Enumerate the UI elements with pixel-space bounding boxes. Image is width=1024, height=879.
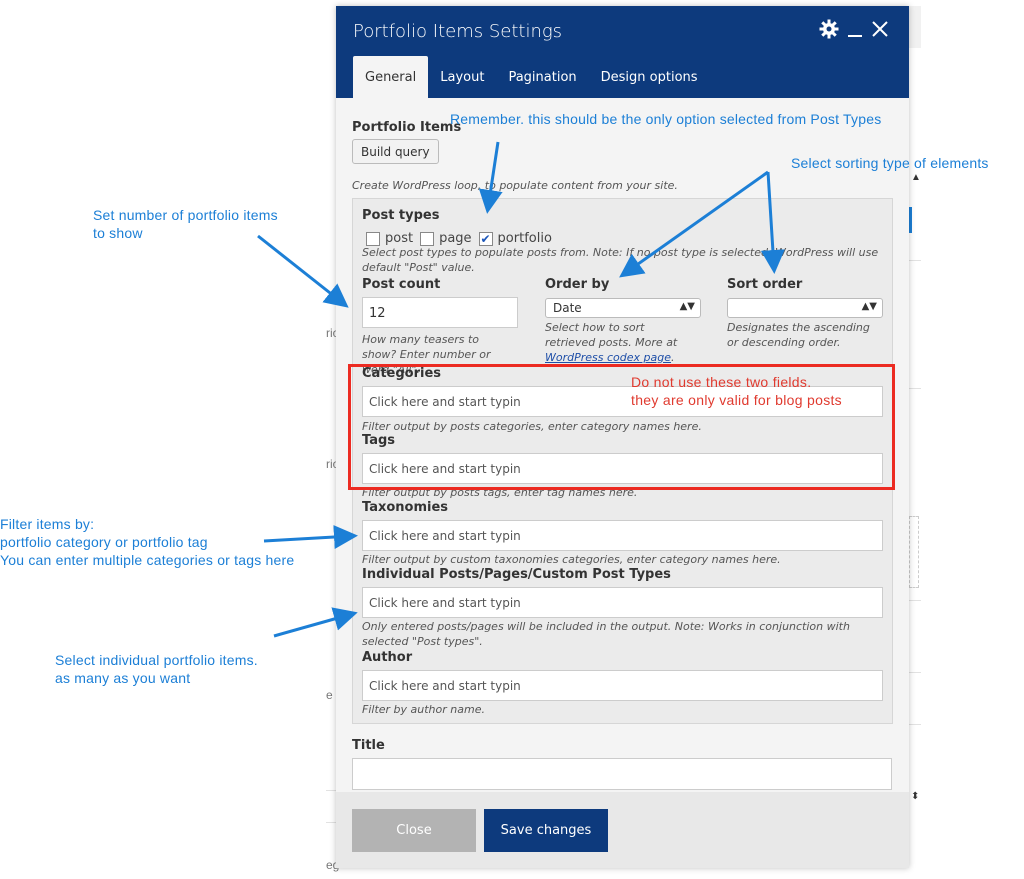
background-divider — [909, 600, 921, 601]
author-input[interactable]: Click here and start typin — [362, 670, 883, 701]
order-by-help-suffix: . — [671, 351, 675, 364]
section-label: Portfolio Items — [352, 120, 462, 135]
tab-general[interactable]: General — [353, 56, 429, 98]
title-label: Title — [352, 738, 385, 753]
individual-posts-input[interactable]: Click here and start typin — [362, 587, 883, 618]
background-box — [909, 516, 919, 588]
background-divider — [909, 260, 921, 261]
annotation-warning-line1: Do not use these two fields. — [631, 374, 812, 390]
sort-order-label: Sort order — [727, 277, 803, 292]
background-scroll-arrow: ▲ — [911, 172, 921, 183]
post-count-value: 12 — [369, 306, 386, 321]
arrow-post-count — [257, 234, 349, 308]
wordpress-codex-link[interactable]: WordPress codex page — [545, 351, 671, 364]
annotation-remember: Remember. this should be the only option… — [450, 111, 882, 127]
chevron-updown-icon: ▲▼ — [861, 301, 877, 312]
order-by-select[interactable]: Date ▲▼ — [545, 298, 701, 318]
modal-footer: Close Save changes — [336, 792, 909, 868]
individual-posts-help: Only entered posts/pages will be include… — [362, 620, 850, 648]
background-panel — [909, 207, 912, 233]
post-types-label: Post types — [362, 208, 440, 223]
taxonomies-placeholder: Click here and start typin — [369, 529, 521, 543]
warning-highlight-box — [348, 364, 895, 490]
background-divider — [326, 790, 336, 791]
individual-posts-label: Individual Posts/Pages/Custom Post Types — [362, 567, 671, 582]
author-help: Filter by author name. — [362, 703, 485, 716]
tab-layout[interactable]: Layout — [428, 56, 496, 98]
modal-title: Portfolio Items Settings — [353, 21, 563, 42]
sort-order-select[interactable]: ▲▼ — [727, 298, 883, 318]
post-types-help: Select post types to populate posts from… — [362, 246, 879, 274]
annotation-sorting: Select sorting type of elements — [791, 155, 989, 171]
order-by-help: Select how to sort retrieved posts. More… — [545, 320, 695, 365]
tab-bar: General Layout Pagination Design options — [353, 56, 710, 98]
page-checkbox-label: page — [439, 231, 472, 246]
post-checkbox-label: post — [385, 231, 414, 246]
annotation-individual-line1: Select individual portfolio items. — [55, 652, 258, 668]
annotation-filter-line2: portfolio category or portfolio tag — [0, 534, 208, 550]
order-by-help-text: Select how to sort retrieved posts. More… — [545, 321, 678, 349]
author-label: Author — [362, 650, 413, 665]
annotation-filter-line3: You can enter multiple categories or tag… — [0, 552, 295, 568]
portfolio-checkbox[interactable]: ✔ — [478, 231, 493, 246]
background-panel — [909, 6, 921, 48]
chevron-updown-icon: ▲▼ — [679, 301, 695, 312]
order-by-value: Date — [553, 301, 582, 315]
post-checkbox[interactable] — [366, 231, 380, 246]
gear-icon[interactable] — [819, 19, 839, 45]
background-text: e — [326, 688, 333, 702]
sort-order-help: Designates the ascending or descending o… — [727, 321, 870, 349]
close-button[interactable]: Close — [352, 809, 476, 852]
portfolio-checkbox-label: portfolio — [497, 231, 552, 246]
individual-posts-placeholder: Click here and start typin — [369, 596, 521, 610]
taxonomies-help: Filter output by custom taxonomies categ… — [362, 553, 781, 566]
annotation-post-count-line2: to show — [93, 225, 143, 241]
modal-header: Portfolio Items Settings General Layout … — [336, 6, 909, 98]
taxonomies-input[interactable]: Click here and start typin — [362, 520, 883, 551]
background-select-arrow: ⬍ — [911, 791, 920, 802]
background-divider — [326, 822, 336, 823]
page-checkbox[interactable] — [420, 231, 435, 246]
annotation-filter-line1: Filter items by: — [0, 516, 95, 532]
close-icon[interactable] — [871, 19, 889, 45]
post-types-checkboxes: post page ✔ portfolio — [366, 231, 559, 246]
title-input[interactable] — [352, 758, 892, 790]
minimize-icon[interactable] — [847, 19, 863, 45]
build-query-button[interactable]: Build query — [352, 139, 439, 164]
background-divider — [909, 724, 921, 725]
annotation-individual-line2: as many as you want — [55, 670, 191, 686]
taxonomies-label: Taxonomies — [362, 500, 449, 515]
post-count-label: Post count — [362, 277, 441, 292]
save-changes-button[interactable]: Save changes — [484, 809, 608, 852]
post-count-input[interactable]: 12 — [362, 297, 518, 328]
order-by-label: Order by — [545, 277, 610, 292]
build-query-help: Create WordPress loop, to populate conte… — [352, 179, 678, 192]
annotation-warning-line2: they are only valid for blog posts — [631, 392, 842, 408]
tab-pagination[interactable]: Pagination — [496, 56, 588, 98]
annotation-post-count-line1: Set number of portfolio items — [93, 207, 278, 223]
background-divider — [909, 672, 921, 673]
author-placeholder: Click here and start typin — [369, 679, 521, 693]
background-divider — [909, 388, 921, 389]
tab-design-options[interactable]: Design options — [589, 56, 710, 98]
